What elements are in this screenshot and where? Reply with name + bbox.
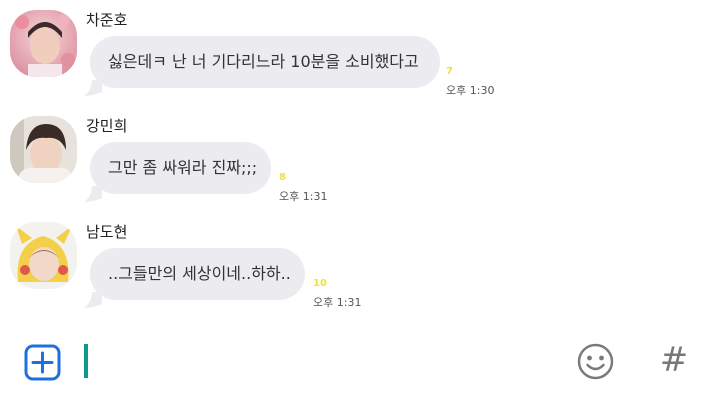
chat-area: 차준호 싫은데ㅋ 난 너 기다리느라 10분을 소비했다고 7 오후 1:30 … — [0, 0, 719, 325]
plus-icon — [24, 344, 61, 381]
hashtag-button[interactable]: # — [658, 338, 690, 382]
message-time: 오후 1:31 — [279, 190, 328, 203]
avatar[interactable] — [10, 10, 77, 77]
message-text: ..그들만의 세상이네..하하.. — [108, 264, 291, 283]
message-text: 그만 좀 싸워라 진짜;;; — [108, 158, 258, 177]
add-button[interactable] — [24, 344, 61, 381]
unread-count: 8 — [279, 172, 286, 183]
unread-count: 7 — [446, 66, 453, 77]
avatar[interactable] — [10, 222, 77, 289]
emoji-button[interactable] — [577, 343, 614, 380]
message-row: 남도현 ..그들만의 세상이네..하하.. 10 오후 1:31 — [0, 212, 719, 317]
sender-name: 강민희 — [86, 117, 128, 135]
avatar[interactable] — [10, 116, 77, 183]
message-time: 오후 1:31 — [313, 296, 362, 309]
sender-name: 남도현 — [86, 223, 128, 241]
message-time: 오후 1:30 — [446, 84, 495, 97]
message-row: 차준호 싫은데ㅋ 난 너 기다리느라 10분을 소비했다고 7 오후 1:30 — [0, 0, 719, 105]
message-input-cursor[interactable] — [84, 344, 88, 378]
message-bubble[interactable]: 그만 좀 싸워라 진짜;;; — [90, 142, 271, 194]
message-text: 싫은데ㅋ 난 너 기다리느라 10분을 소비했다고 — [108, 52, 419, 71]
smiley-icon — [577, 343, 614, 380]
message-bubble[interactable]: ..그들만의 세상이네..하하.. — [90, 248, 305, 300]
unread-count: 10 — [313, 278, 327, 289]
message-row: 강민희 그만 좀 싸워라 진짜;;; 8 오후 1:31 — [0, 106, 719, 211]
sender-name: 차준호 — [86, 11, 128, 29]
message-bubble[interactable]: 싫은데ㅋ 난 너 기다리느라 10분을 소비했다고 — [90, 36, 440, 88]
